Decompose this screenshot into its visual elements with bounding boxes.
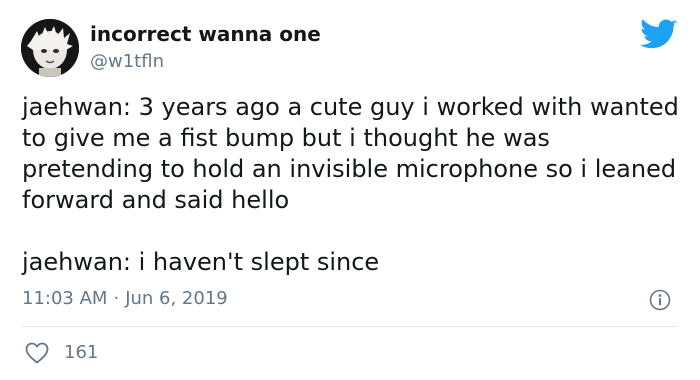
like-count[interactable]: 161: [64, 342, 98, 363]
divider: [22, 326, 677, 327]
tweet-time: 11:03 AM: [22, 288, 108, 309]
tweet-card: incorrect wanna one @w1tfln jaehwan: 3 y…: [0, 0, 700, 380]
twitter-bird-icon[interactable]: [640, 19, 678, 51]
tweet-paragraph: jaehwan: 3 years ago a cute guy i worked…: [22, 93, 679, 214]
avatar-image: [21, 19, 79, 77]
author-display-name[interactable]: incorrect wanna one: [90, 22, 321, 46]
heart-outline-icon[interactable]: [25, 342, 49, 364]
tweet-date: Jun 6, 2019: [125, 288, 228, 309]
author-handle[interactable]: @w1tfln: [90, 51, 164, 72]
tweet-paragraph: jaehwan: i haven't slept since: [22, 248, 380, 276]
avatar[interactable]: [21, 19, 79, 77]
info-icon[interactable]: [649, 289, 671, 311]
tweet-timestamp[interactable]: 11:03 AM · Jun 6, 2019: [22, 288, 228, 309]
tweet-text: jaehwan: 3 years ago a cute guy i worked…: [22, 92, 682, 278]
timestamp-separator: ·: [113, 288, 120, 309]
